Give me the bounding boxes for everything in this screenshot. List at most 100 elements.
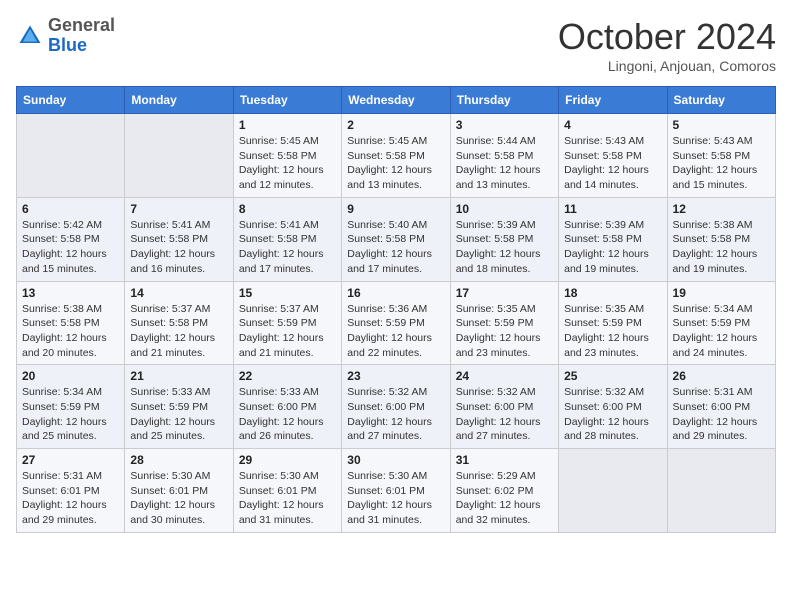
title-block: October 2024 Lingoni, Anjouan, Comoros (558, 16, 776, 74)
page-header: General Blue October 2024 Lingoni, Anjou… (16, 16, 776, 74)
calendar-cell: 7 Sunrise: 5:41 AM Sunset: 5:58 PM Daylig… (125, 197, 233, 281)
day-detail: Sunrise: 5:45 AM Sunset: 5:58 PM Dayligh… (347, 134, 444, 193)
day-number: 31 (456, 453, 553, 467)
calendar-cell: 23 Sunrise: 5:32 AM Sunset: 6:00 PM Dayli… (342, 365, 450, 449)
day-number: 3 (456, 118, 553, 132)
calendar-cell: 22 Sunrise: 5:33 AM Sunset: 6:00 PM Dayli… (233, 365, 341, 449)
calendar-cell: 19 Sunrise: 5:34 AM Sunset: 5:59 PM Dayli… (667, 281, 775, 365)
calendar: SundayMondayTuesdayWednesdayThursdayFrid… (16, 86, 776, 533)
month-title: October 2024 (558, 16, 776, 58)
weekday-header: Wednesday (342, 87, 450, 114)
calendar-cell: 6 Sunrise: 5:42 AM Sunset: 5:58 PM Daylig… (17, 197, 125, 281)
day-number: 29 (239, 453, 336, 467)
day-detail: Sunrise: 5:35 AM Sunset: 5:59 PM Dayligh… (564, 302, 661, 361)
day-detail: Sunrise: 5:30 AM Sunset: 6:01 PM Dayligh… (239, 469, 336, 528)
day-detail: Sunrise: 5:30 AM Sunset: 6:01 PM Dayligh… (130, 469, 227, 528)
calendar-cell: 31Sunrise: 5:29 AM Sunset: 6:02 PM Dayli… (450, 449, 558, 533)
calendar-cell: 11 Sunrise: 5:39 AM Sunset: 5:58 PM Dayli… (559, 197, 667, 281)
calendar-cell: 25Sunrise: 5:32 AM Sunset: 6:00 PM Dayli… (559, 365, 667, 449)
day-detail: Sunrise: 5:33 AM Sunset: 6:00 PM Dayligh… (239, 385, 336, 444)
weekday-row: SundayMondayTuesdayWednesdayThursdayFrid… (17, 87, 776, 114)
day-detail: Sunrise: 5:44 AM Sunset: 5:58 PM Dayligh… (456, 134, 553, 193)
calendar-cell: 9 Sunrise: 5:40 AM Sunset: 5:58 PM Daylig… (342, 197, 450, 281)
calendar-week-row: 20Sunrise: 5:34 AM Sunset: 5:59 PM Dayli… (17, 365, 776, 449)
day-number: 30 (347, 453, 444, 467)
calendar-cell: 8 Sunrise: 5:41 AM Sunset: 5:58 PM Daylig… (233, 197, 341, 281)
calendar-cell: 27Sunrise: 5:31 AM Sunset: 6:01 PM Dayli… (17, 449, 125, 533)
day-number: 25 (564, 369, 661, 383)
day-number: 28 (130, 453, 227, 467)
day-number: 6 (22, 202, 119, 216)
day-number: 22 (239, 369, 336, 383)
weekday-header: Friday (559, 87, 667, 114)
day-detail: Sunrise: 5:38 AM Sunset: 5:58 PM Dayligh… (673, 218, 770, 277)
weekday-header: Tuesday (233, 87, 341, 114)
calendar-cell: 2 Sunrise: 5:45 AM Sunset: 5:58 PM Daylig… (342, 114, 450, 198)
day-detail: Sunrise: 5:38 AM Sunset: 5:58 PM Dayligh… (22, 302, 119, 361)
day-number: 9 (347, 202, 444, 216)
day-detail: Sunrise: 5:45 AM Sunset: 5:58 PM Dayligh… (239, 134, 336, 193)
day-number: 27 (22, 453, 119, 467)
day-detail: Sunrise: 5:33 AM Sunset: 5:59 PM Dayligh… (130, 385, 227, 444)
calendar-cell: 24Sunrise: 5:32 AM Sunset: 6:00 PM Dayli… (450, 365, 558, 449)
calendar-cell: 21 Sunrise: 5:33 AM Sunset: 5:59 PM Dayli… (125, 365, 233, 449)
day-number: 8 (239, 202, 336, 216)
day-number: 13 (22, 286, 119, 300)
calendar-cell: 3 Sunrise: 5:44 AM Sunset: 5:58 PM Daylig… (450, 114, 558, 198)
weekday-header: Sunday (17, 87, 125, 114)
day-number: 2 (347, 118, 444, 132)
calendar-cell: 14 Sunrise: 5:37 AM Sunset: 5:58 PM Dayli… (125, 281, 233, 365)
calendar-cell: 30Sunrise: 5:30 AM Sunset: 6:01 PM Dayli… (342, 449, 450, 533)
calendar-week-row: 6 Sunrise: 5:42 AM Sunset: 5:58 PM Daylig… (17, 197, 776, 281)
calendar-cell (559, 449, 667, 533)
day-number: 17 (456, 286, 553, 300)
calendar-week-row: 13 Sunrise: 5:38 AM Sunset: 5:58 PM Dayli… (17, 281, 776, 365)
day-detail: Sunrise: 5:43 AM Sunset: 5:58 PM Dayligh… (673, 134, 770, 193)
day-number: 12 (673, 202, 770, 216)
calendar-cell: 1Sunrise: 5:45 AM Sunset: 5:58 PM Daylig… (233, 114, 341, 198)
day-detail: Sunrise: 5:32 AM Sunset: 6:00 PM Dayligh… (456, 385, 553, 444)
calendar-cell: 10Sunrise: 5:39 AM Sunset: 5:58 PM Dayli… (450, 197, 558, 281)
day-number: 26 (673, 369, 770, 383)
day-number: 19 (673, 286, 770, 300)
weekday-header: Monday (125, 87, 233, 114)
day-detail: Sunrise: 5:42 AM Sunset: 5:58 PM Dayligh… (22, 218, 119, 277)
day-number: 20 (22, 369, 119, 383)
day-number: 10 (456, 202, 553, 216)
calendar-cell (17, 114, 125, 198)
day-detail: Sunrise: 5:41 AM Sunset: 5:58 PM Dayligh… (239, 218, 336, 277)
day-detail: Sunrise: 5:41 AM Sunset: 5:58 PM Dayligh… (130, 218, 227, 277)
calendar-cell: 29 Sunrise: 5:30 AM Sunset: 6:01 PM Dayli… (233, 449, 341, 533)
calendar-cell: 17 Sunrise: 5:35 AM Sunset: 5:59 PM Dayli… (450, 281, 558, 365)
day-number: 18 (564, 286, 661, 300)
day-number: 21 (130, 369, 227, 383)
day-detail: Sunrise: 5:39 AM Sunset: 5:58 PM Dayligh… (564, 218, 661, 277)
calendar-week-row: 27Sunrise: 5:31 AM Sunset: 6:01 PM Dayli… (17, 449, 776, 533)
day-number: 15 (239, 286, 336, 300)
day-detail: Sunrise: 5:32 AM Sunset: 6:00 PM Dayligh… (347, 385, 444, 444)
weekday-header: Saturday (667, 87, 775, 114)
calendar-cell: 12 Sunrise: 5:38 AM Sunset: 5:58 PM Dayli… (667, 197, 775, 281)
day-number: 11 (564, 202, 661, 216)
calendar-header: SundayMondayTuesdayWednesdayThursdayFrid… (17, 87, 776, 114)
calendar-cell: 13 Sunrise: 5:38 AM Sunset: 5:58 PM Dayli… (17, 281, 125, 365)
day-number: 5 (673, 118, 770, 132)
day-detail: Sunrise: 5:37 AM Sunset: 5:58 PM Dayligh… (130, 302, 227, 361)
day-detail: Sunrise: 5:37 AM Sunset: 5:59 PM Dayligh… (239, 302, 336, 361)
day-number: 4 (564, 118, 661, 132)
day-detail: Sunrise: 5:36 AM Sunset: 5:59 PM Dayligh… (347, 302, 444, 361)
logo-icon (16, 22, 44, 50)
day-number: 7 (130, 202, 227, 216)
calendar-cell: 5 Sunrise: 5:43 AM Sunset: 5:58 PM Daylig… (667, 114, 775, 198)
day-number: 14 (130, 286, 227, 300)
day-detail: Sunrise: 5:35 AM Sunset: 5:59 PM Dayligh… (456, 302, 553, 361)
calendar-cell: 4Sunrise: 5:43 AM Sunset: 5:58 PM Daylig… (559, 114, 667, 198)
day-detail: Sunrise: 5:40 AM Sunset: 5:58 PM Dayligh… (347, 218, 444, 277)
calendar-cell: 28 Sunrise: 5:30 AM Sunset: 6:01 PM Dayli… (125, 449, 233, 533)
calendar-week-row: 1Sunrise: 5:45 AM Sunset: 5:58 PM Daylig… (17, 114, 776, 198)
subtitle: Lingoni, Anjouan, Comoros (558, 58, 776, 74)
day-detail: Sunrise: 5:34 AM Sunset: 5:59 PM Dayligh… (673, 302, 770, 361)
logo: General Blue (16, 16, 115, 56)
calendar-cell: 18 Sunrise: 5:35 AM Sunset: 5:59 PM Dayli… (559, 281, 667, 365)
day-number: 23 (347, 369, 444, 383)
